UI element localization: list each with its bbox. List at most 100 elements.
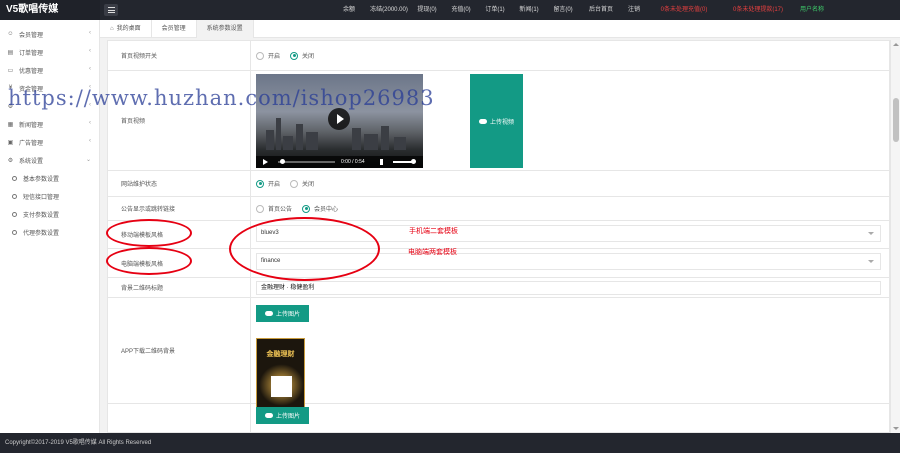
radio-label: 开启 bbox=[268, 182, 281, 188]
sidebar-item-funds[interactable]: ¥ 资金管理 ‹ bbox=[0, 79, 99, 97]
tab-label: 系统参数设置 bbox=[206, 26, 243, 32]
radio-video-on[interactable]: 开启 bbox=[256, 51, 280, 60]
upload-image-button[interactable]: 上传图片 bbox=[256, 305, 309, 322]
gear-icon: ⚙ bbox=[7, 103, 14, 110]
chevron-left-icon: ‹ bbox=[89, 138, 91, 144]
sidebar-subitem-label: 支付参数设置 bbox=[23, 212, 60, 219]
brand-logo[interactable]: V5歌唱传媒 bbox=[0, 0, 100, 20]
tab-label: 会员管理 bbox=[161, 26, 186, 32]
tab-members[interactable]: 会员管理 bbox=[152, 20, 197, 38]
mobile-theme-select[interactable]: bluev3 bbox=[256, 225, 881, 242]
progress-knob[interactable] bbox=[280, 159, 285, 164]
sidebar-item-label: 优惠管理 bbox=[19, 68, 44, 75]
row-site-maintenance: 网站维护状态 开启 关闭 bbox=[108, 171, 889, 197]
tab-bar: ⌂ 我的桌面 会员管理 系统参数设置 bbox=[100, 20, 900, 38]
footer-copyright: Copyright©2017-2019 V5歌唱传媒 All Rights Re… bbox=[0, 433, 900, 453]
money-icon: ¥ bbox=[8, 85, 13, 91]
radio-label: 首页公告 bbox=[268, 207, 293, 213]
sidebar-item-gear[interactable]: ⚙ ‹ bbox=[0, 97, 99, 115]
chevron-left-icon: ‹ bbox=[89, 84, 91, 90]
scroll-thumb[interactable] bbox=[893, 98, 899, 142]
row-video-switch: 首页视频开关 开启 关闭 bbox=[108, 41, 889, 71]
row-pc-theme: 电脑端模板风格 finance bbox=[108, 249, 889, 278]
poster-title: 金融理财 bbox=[266, 351, 295, 358]
scroll-up-icon[interactable] bbox=[893, 43, 899, 46]
ad-icon: ▣ bbox=[7, 139, 14, 146]
annotation-mobile-note: 手机端二套模板 bbox=[409, 228, 458, 235]
settings-icon: ⚙ bbox=[7, 157, 14, 164]
radio-maintenance-off[interactable]: 关闭 bbox=[290, 179, 314, 188]
sidebar-item-label: 会员管理 bbox=[19, 32, 44, 39]
video-controls: 0:00 / 0:54 bbox=[256, 156, 423, 168]
sidebar-subitem-label: 基本参数设置 bbox=[23, 176, 60, 183]
menu-toggle-icon[interactable] bbox=[104, 4, 118, 16]
sidebar-item-coupons[interactable]: ▭ 优惠管理 ‹ bbox=[0, 61, 99, 79]
radio-maintenance-on[interactable]: 开启 bbox=[256, 179, 280, 188]
progress-track[interactable] bbox=[278, 161, 335, 163]
scrollbar[interactable] bbox=[890, 40, 900, 433]
field-label: 公告显示或跳转链接 bbox=[108, 197, 251, 220]
sidebar-subitem-payment[interactable]: 支付参数设置 bbox=[0, 205, 99, 223]
sidebar-item-members[interactable]: ☺ 会员管理 ‹ bbox=[0, 25, 99, 43]
nav-dashboard[interactable]: 后台首页 bbox=[580, 0, 622, 20]
sidebar-item-label: 订单管理 bbox=[19, 50, 44, 57]
field-label: 首页视频开关 bbox=[108, 41, 251, 70]
upload-image-button-2[interactable]: 上传图片 bbox=[256, 407, 309, 424]
sidebar-item-label: 新闻管理 bbox=[19, 122, 44, 129]
sidebar-subitem-basic-params[interactable]: 基本参数设置 bbox=[0, 169, 99, 187]
circle-icon bbox=[12, 211, 17, 217]
field-label bbox=[108, 404, 251, 432]
volume-knob[interactable] bbox=[411, 159, 416, 164]
field-label: 网站维护状态 bbox=[108, 171, 251, 196]
nav-user[interactable]: 用户名称 bbox=[794, 0, 830, 20]
radio-home-notice[interactable]: 首页公告 bbox=[256, 204, 292, 213]
play-small-icon[interactable] bbox=[263, 159, 268, 165]
pc-theme-select[interactable]: finance bbox=[256, 253, 881, 270]
bg-title-input[interactable]: 金融理财 · 稳健盈利 bbox=[256, 281, 881, 295]
cloud-upload-icon bbox=[264, 311, 273, 316]
sidebar-item-settings[interactable]: ⚙ 系统设置 ⌄ bbox=[0, 151, 99, 169]
nav-orders[interactable]: 订单(1) bbox=[478, 0, 512, 20]
video-player[interactable]: 0:00 / 0:54 bbox=[256, 74, 423, 168]
coupon-icon: ▭ bbox=[7, 67, 14, 74]
field-label: 电脑端模板风格 bbox=[108, 249, 251, 277]
sidebar-subitem-sms[interactable]: 短信接口管理 bbox=[0, 187, 99, 205]
sidebar-item-orders[interactable]: ▤ 订单管理 ‹ bbox=[0, 43, 99, 61]
row-announcement-link: 公告显示或跳转链接 首页公告 会员中心 bbox=[108, 197, 889, 221]
nav-messages[interactable]: 留言(0) bbox=[546, 0, 580, 20]
sidebar-item-label: 资金管理 bbox=[19, 86, 44, 93]
field-label: 移动端模板风格 bbox=[108, 221, 251, 248]
row-bg-title: 背景二维码标题 金融理财 · 稳健盈利 bbox=[108, 278, 889, 298]
sidebar-item-ads[interactable]: ▣ 广告管理 ‹ bbox=[0, 133, 99, 151]
row-home-video: 首页视频 0:00 / 0:54 上传视频 bbox=[108, 71, 889, 171]
nav-pending-recharge[interactable]: 0条未处理充值(0) bbox=[646, 0, 722, 20]
circle-icon bbox=[12, 193, 17, 199]
sidebar-item-news[interactable]: ▦ 新闻管理 ‹ bbox=[0, 115, 99, 133]
chevron-down-icon: ⌄ bbox=[85, 157, 91, 163]
radio-member-center[interactable]: 会员中心 bbox=[302, 204, 338, 213]
tab-desktop[interactable]: ⌂ 我的桌面 bbox=[100, 20, 152, 38]
order-icon: ▤ bbox=[7, 49, 14, 56]
play-icon[interactable] bbox=[328, 108, 350, 130]
nav-pending-withdraw[interactable]: 0条未处理提款(17) bbox=[722, 0, 794, 20]
nav-recharge[interactable]: 充值(0) bbox=[444, 0, 478, 20]
radio-video-off[interactable]: 关闭 bbox=[290, 51, 314, 60]
nav-news[interactable]: 新闻(1) bbox=[512, 0, 546, 20]
user-icon: ☺ bbox=[7, 31, 14, 37]
upload-video-button[interactable]: 上传视频 bbox=[470, 74, 523, 168]
volume-icon[interactable] bbox=[380, 159, 387, 165]
tab-label: 我的桌面 bbox=[116, 26, 141, 32]
field-label: 背景二维码标题 bbox=[108, 278, 251, 297]
nav-frozen[interactable]: 冻结(2000.00) bbox=[368, 0, 410, 20]
circle-icon bbox=[12, 229, 17, 235]
nav-withdraw[interactable]: 提现(0) bbox=[410, 0, 444, 20]
tab-system-params[interactable]: 系统参数设置 bbox=[196, 20, 254, 38]
select-value: bluev3 bbox=[261, 230, 279, 236]
chevron-left-icon: ‹ bbox=[89, 102, 91, 108]
chevron-left-icon: ‹ bbox=[89, 66, 91, 72]
row-next-upload: 上传图片 bbox=[108, 404, 889, 432]
sidebar-subitem-agent[interactable]: 代理参数设置 bbox=[0, 223, 99, 241]
nav-balance[interactable]: 余额(100000.00) bbox=[330, 0, 368, 33]
scroll-down-icon[interactable] bbox=[893, 427, 899, 430]
nav-logout[interactable]: 注销 bbox=[622, 0, 646, 20]
